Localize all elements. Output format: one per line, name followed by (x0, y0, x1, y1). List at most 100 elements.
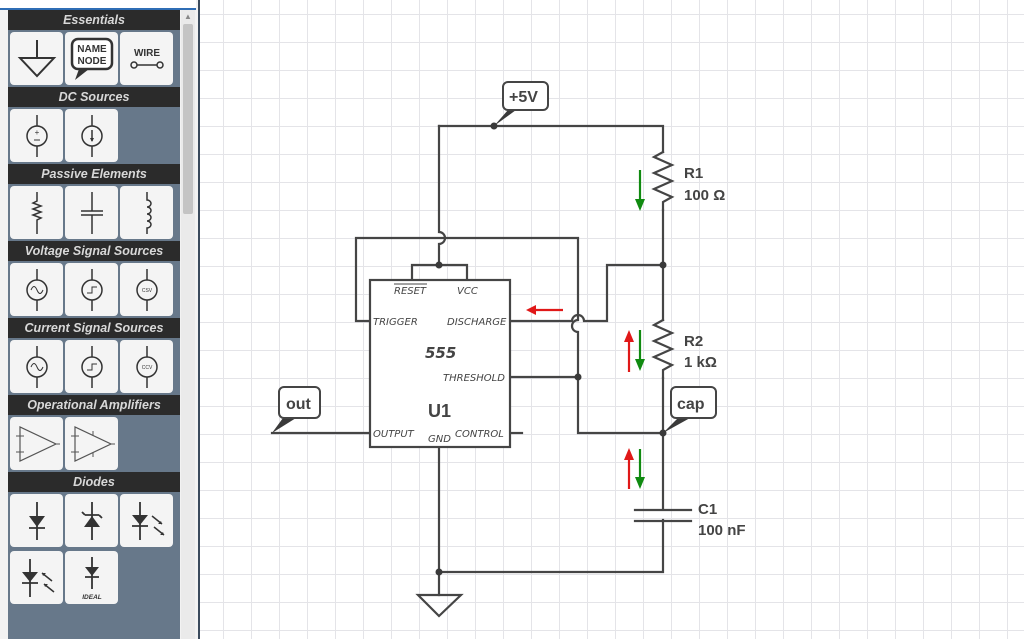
opamp-icon (15, 425, 60, 462)
palette-item-ac-current[interactable] (10, 340, 63, 393)
wire-c1-gnd[interactable] (437, 518, 665, 574)
wire-vcc-to-ic[interactable] (437, 124, 447, 267)
category-diodes[interactable]: Diodes (8, 472, 180, 492)
palette-item-led[interactable] (120, 494, 173, 547)
controlled-voltage-source-icon: CSV (135, 268, 158, 311)
pin-vcc: VCC (457, 286, 478, 297)
current-arrow-r2-down (635, 330, 645, 371)
capacitor-icon (80, 191, 103, 234)
palette-item-square-current[interactable] (65, 340, 118, 393)
current-arrow-r1-down (635, 170, 645, 211)
palette-item-name-node[interactable]: NAME NODE (65, 32, 118, 85)
wire-icon: WIRE (129, 48, 164, 69)
resistor-icon (30, 191, 43, 234)
r2-value: 1 kΩ (684, 354, 717, 371)
square-voltage-source-icon (80, 268, 103, 311)
controlled-current-source-icon: CCV (135, 345, 158, 388)
category-operational-amplifiers[interactable]: Operational Amplifiers (8, 395, 180, 415)
palette-item-controlled-voltage[interactable]: CSV (120, 263, 173, 316)
diode-icon (28, 501, 45, 540)
junction-gnd (435, 568, 443, 576)
ground-symbol[interactable] (415, 593, 464, 618)
palette-item-resistor[interactable] (10, 186, 63, 239)
palette-search-bar[interactable] (0, 0, 196, 10)
category-essentials[interactable]: Essentials (8, 10, 180, 30)
dc-voltage-source-icon: + (25, 114, 48, 157)
palette-item-ground[interactable] (10, 32, 63, 85)
category-current-signal-sources[interactable]: Current Signal Sources (8, 318, 180, 338)
scroll-up-arrow-icon[interactable]: ▲ (181, 10, 195, 24)
palette-item-photodiode[interactable] (10, 551, 63, 604)
ic-type: 555 (425, 344, 456, 362)
c1-value: 100 nF (698, 522, 746, 539)
net-label-cap[interactable]: cap (663, 386, 717, 433)
name-node-icon: NAME NODE (70, 37, 113, 80)
palette-item-capacitor[interactable] (65, 186, 118, 239)
ac-voltage-source-icon (25, 268, 48, 311)
palette-item-ideal-diode[interactable]: IDEAL (65, 551, 118, 604)
junction-r1-r2 (659, 261, 667, 269)
palette-item-wire[interactable]: WIRE (120, 32, 173, 85)
wire-vcc-rail[interactable] (437, 124, 665, 154)
ic-ref: U1 (428, 401, 451, 421)
opamp-power-icon (70, 425, 115, 462)
palette-item-opamp-power[interactable] (65, 417, 118, 470)
palette-item-dc-current[interactable] (65, 109, 118, 162)
svg-text:WIRE: WIRE (133, 48, 159, 59)
pin-output: OUTPUT (373, 429, 415, 440)
dc-current-source-icon (80, 114, 103, 157)
component-palette-panel: Essentials NAME NODE WIRE DC Sources + P… (0, 0, 200, 639)
resistor-r1[interactable] (651, 150, 675, 212)
net-label-out[interactable]: out (272, 386, 321, 433)
svg-text:+: + (34, 128, 39, 137)
scrollbar-thumb[interactable] (183, 24, 193, 214)
palette-item-zener[interactable] (65, 494, 118, 547)
current-arrow-r2-up (624, 330, 634, 372)
category-passive-elements[interactable]: Passive Elements (8, 164, 180, 184)
pin-discharge: DISCHARGE (447, 317, 507, 328)
pin-reset: RESET (394, 286, 427, 297)
svg-text:IDEAL: IDEAL (82, 594, 102, 601)
pin-threshold: THRESHOLD (443, 373, 505, 384)
svg-text:cap: cap (677, 396, 705, 413)
square-current-source-icon (80, 345, 103, 388)
svg-text:CSV: CSV (141, 288, 152, 294)
category-dc-sources[interactable]: DC Sources (8, 87, 180, 107)
pin-trigger: TRIGGER (373, 317, 418, 328)
ideal-diode-icon: IDEAL (82, 556, 102, 601)
palette-item-opamp[interactable] (10, 417, 63, 470)
palette-item-controlled-current[interactable]: CCV (120, 340, 173, 393)
led-icon (131, 501, 164, 540)
current-arrow-c1-up (624, 448, 634, 489)
category-voltage-signal-sources[interactable]: Voltage Signal Sources (8, 241, 180, 261)
palette-item-square-voltage[interactable] (65, 263, 118, 316)
photodiode-icon (21, 558, 54, 597)
r1-value: 100 Ω (684, 187, 725, 204)
svg-text:out: out (286, 396, 312, 413)
component-palette: Essentials NAME NODE WIRE DC Sources + P… (8, 10, 180, 639)
net-label-vcc[interactable]: +5V (494, 81, 549, 126)
svg-text:CCV: CCV (141, 365, 152, 371)
svg-text:+5V: +5V (509, 89, 538, 106)
c1-ref: C1 (698, 501, 717, 518)
palette-item-inductor[interactable] (120, 186, 173, 239)
resistor-r2[interactable] (651, 318, 675, 380)
pin-control: CONTROL (455, 429, 504, 440)
palette-item-ac-voltage[interactable] (10, 263, 63, 316)
r2-ref: R2 (684, 333, 703, 350)
r1-ref: R1 (684, 165, 703, 182)
ac-current-source-icon (25, 345, 48, 388)
zener-diode-icon (80, 501, 103, 540)
current-arrow-discharge (526, 305, 563, 315)
svg-text:NODE: NODE (77, 56, 106, 67)
inductor-icon (145, 191, 152, 234)
junction-vcc-ic (435, 261, 443, 269)
palette-item-dc-voltage[interactable]: + (10, 109, 63, 162)
palette-item-diode[interactable] (10, 494, 63, 547)
palette-scrollbar[interactable]: ▲ (181, 10, 195, 639)
svg-text:NAME: NAME (77, 44, 107, 55)
junction-threshold (574, 373, 582, 381)
pin-gnd: GND (428, 434, 451, 445)
ic-555-body[interactable] (368, 278, 512, 449)
ground-icon (17, 39, 56, 77)
